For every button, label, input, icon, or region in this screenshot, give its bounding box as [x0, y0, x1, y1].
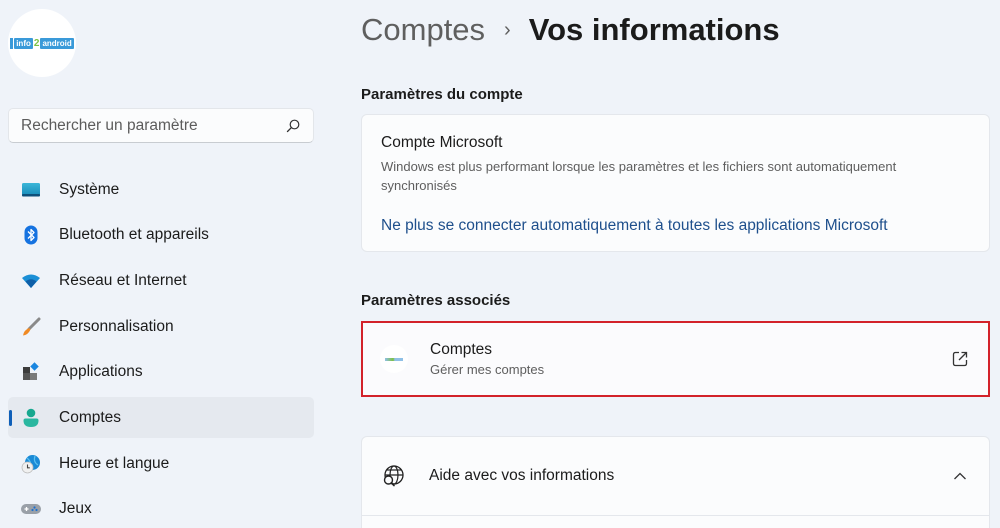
chevron-up-icon[interactable] — [953, 471, 967, 481]
breadcrumb: Comptes › Vos informations — [361, 12, 780, 48]
help-expander-header[interactable]: Aide avec vos informations — [362, 437, 989, 515]
sidebar-nav: Système Bluetooth et appareils Réseau et… — [8, 169, 314, 528]
sidebar-item-comptes[interactable]: Comptes — [8, 397, 314, 439]
paintbrush-icon — [20, 316, 42, 338]
search-input[interactable] — [21, 116, 285, 135]
divider — [362, 515, 989, 516]
sidebar-item-systeme[interactable]: Système — [8, 169, 314, 210]
breadcrumb-parent-link[interactable]: Comptes — [361, 12, 485, 48]
microsoft-account-title: Compte Microsoft — [381, 134, 503, 151]
sidebar-item-label: Applications — [59, 363, 143, 381]
sidebar-item-reseau[interactable]: Réseau et Internet — [8, 260, 314, 301]
sidebar-item-label: Système — [59, 180, 120, 198]
sidebar-item-label: Personnalisation — [59, 317, 174, 335]
sidebar-item-jeux[interactable]: Jeux — [8, 489, 314, 528]
related-accounts-item[interactable]: Comptes Gérer mes comptes — [361, 321, 990, 397]
chevron-right-icon: › — [504, 18, 511, 41]
stop-auto-signin-link[interactable]: Ne plus se connecter automatiquement à t… — [381, 217, 888, 235]
sidebar-item-label: Jeux — [59, 500, 92, 518]
user-avatar[interactable]: info 2 android — [8, 9, 76, 77]
sidebar: info 2 android Système — [0, 0, 330, 528]
system-monitor-icon — [20, 179, 42, 201]
wifi-icon — [20, 270, 42, 292]
person-icon — [20, 407, 42, 429]
sidebar-item-label: Bluetooth et appareils — [59, 226, 209, 244]
sidebar-item-bluetooth[interactable]: Bluetooth et appareils — [8, 215, 314, 256]
scrollbar[interactable] — [990, 0, 1000, 528]
sidebar-item-personnalisation[interactable]: Personnalisation — [8, 306, 314, 347]
section-title-account-settings: Paramètres du compte — [361, 86, 523, 103]
sidebar-item-applications[interactable]: Applications — [8, 352, 314, 393]
sidebar-item-label: Comptes — [59, 408, 122, 426]
related-accounts-subtitle: Gérer mes comptes — [430, 362, 545, 377]
help-title: Aide avec vos informations — [429, 467, 615, 484]
globe-search-icon — [383, 465, 404, 487]
globe-clock-icon — [20, 453, 42, 475]
sidebar-item-label: Réseau et Internet — [59, 271, 187, 289]
microsoft-account-card: Compte Microsoft Windows est plus perfor… — [361, 114, 990, 252]
help-section: Aide avec vos informations — [361, 436, 990, 528]
bluetooth-icon — [20, 224, 42, 246]
search-icon[interactable] — [285, 118, 301, 134]
sidebar-item-heure-langue[interactable]: Heure et langue — [8, 443, 314, 484]
related-accounts-title: Comptes — [430, 341, 493, 358]
apps-icon — [20, 361, 42, 383]
info2android-logo: info 2 android — [10, 37, 74, 49]
section-title-related-settings: Paramètres associés — [361, 292, 511, 309]
sidebar-item-label: Heure et langue — [59, 454, 170, 472]
accounts-avatar-icon — [380, 345, 408, 373]
page-title: Vos informations — [528, 12, 780, 47]
external-link-icon — [952, 351, 968, 367]
microsoft-account-description: Windows est plus performant lorsque les … — [381, 159, 897, 193]
search-box — [8, 108, 314, 143]
gamepad-icon — [20, 498, 42, 520]
